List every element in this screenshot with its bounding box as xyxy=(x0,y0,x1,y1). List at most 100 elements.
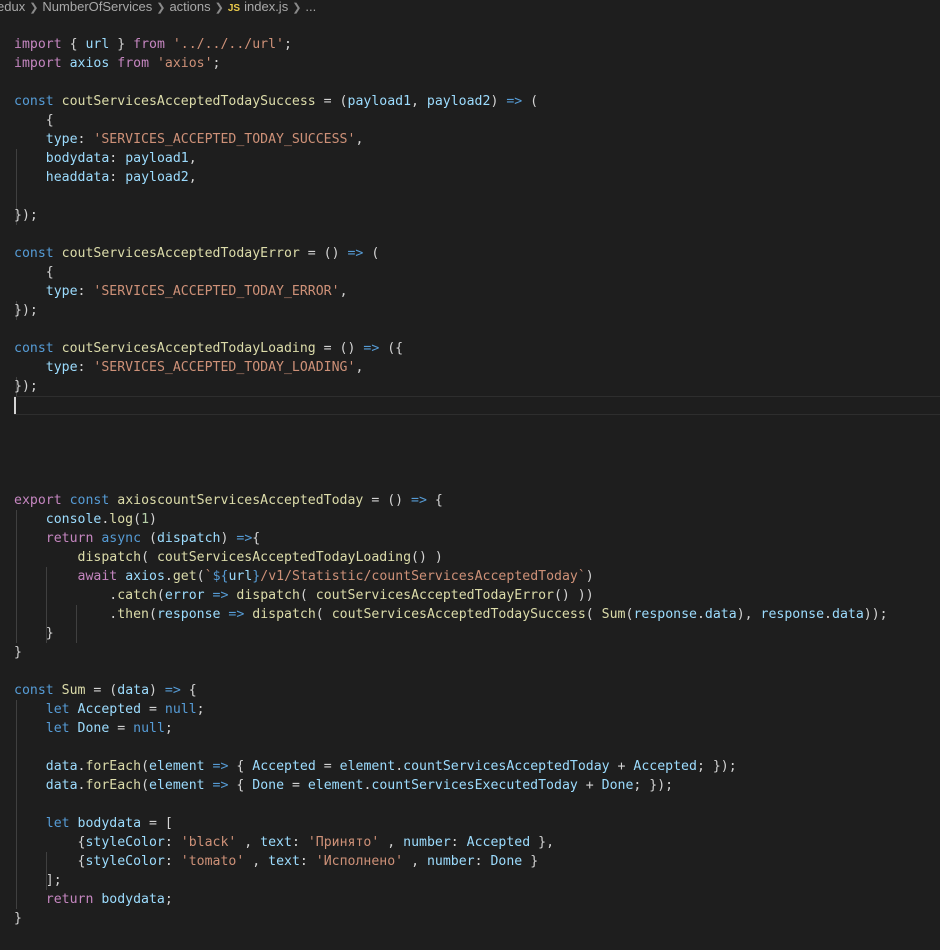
code-token: payload2 xyxy=(426,94,491,109)
code-line[interactable]: let bodydata = [ xyxy=(14,814,940,833)
code-line[interactable]: let Accepted = null; xyxy=(14,700,940,719)
code-line[interactable]: dispatch( coutServicesAcceptedTodayLoadi… xyxy=(14,548,940,567)
code-line[interactable]: ]; xyxy=(14,871,940,890)
code-editor[interactable]: import { url } from '../../../url'; impor… xyxy=(14,35,940,928)
code-line[interactable] xyxy=(14,320,940,339)
breadcrumb-item-folder[interactable]: edux xyxy=(0,0,25,14)
code-line[interactable]: }); xyxy=(14,206,940,225)
code-token: element xyxy=(149,759,205,774)
code-line[interactable]: const coutServicesAcceptedTodaySuccess =… xyxy=(14,92,940,111)
code-line[interactable]: const coutServicesAcceptedTodayLoading =… xyxy=(14,339,940,358)
code-token: { xyxy=(228,778,253,793)
code-line[interactable]: import { url } from '../../../url'; xyxy=(14,35,940,54)
code-token: ( xyxy=(148,607,157,622)
code-line[interactable]: } xyxy=(14,643,940,662)
breadcrumb-item-folder[interactable]: NumberOfServices xyxy=(42,0,152,14)
code-token: ) xyxy=(149,512,157,527)
code-token: from xyxy=(117,56,150,71)
code-line[interactable]: type: 'SERVICES_ACCEPTED_TODAY_LOADING', xyxy=(14,358,940,377)
code-line[interactable]: return async (dispatch) =>{ xyxy=(14,529,940,548)
code-token: type xyxy=(45,132,78,147)
code-token: return xyxy=(45,531,94,546)
code-token: dispatch xyxy=(77,550,142,565)
breadcrumb-item-symbols[interactable]: ... xyxy=(305,0,316,14)
breadcrumb-item-file[interactable]: index.js xyxy=(244,0,288,14)
code-token: { xyxy=(180,683,197,698)
code-token: = xyxy=(284,778,308,793)
code-line[interactable] xyxy=(14,396,940,415)
code-token: catch xyxy=(117,588,157,603)
breadcrumb-item-folder[interactable]: actions xyxy=(169,0,210,14)
code-line[interactable]: return bodydata; xyxy=(14,890,940,909)
code-token: ( xyxy=(141,531,157,546)
code-line[interactable] xyxy=(14,225,940,244)
code-line[interactable]: data.forEach(element => { Accepted = ele… xyxy=(14,757,940,776)
code-line[interactable]: headdata: payload2, xyxy=(14,168,940,187)
code-line[interactable]: data.forEach(element => { Done = element… xyxy=(14,776,940,795)
code-token: => xyxy=(363,341,380,356)
code-line[interactable]: const Sum = (data) => { xyxy=(14,681,940,700)
code-token: : xyxy=(164,835,181,850)
code-token: response xyxy=(156,607,221,622)
code-token: ( xyxy=(141,759,150,774)
code-line[interactable]: { xyxy=(14,111,940,130)
code-token: forEach xyxy=(85,778,142,793)
code-line[interactable]: import axios from 'axios'; xyxy=(14,54,940,73)
code-token: text xyxy=(268,854,300,869)
code-token: text xyxy=(260,835,292,850)
code-line[interactable]: } xyxy=(14,909,940,928)
code-token: dispatch xyxy=(156,531,221,546)
code-line[interactable]: } xyxy=(14,624,940,643)
code-token: coutServicesAcceptedTodaySuccess xyxy=(331,607,586,622)
code-line[interactable]: type: 'SERVICES_ACCEPTED_TODAY_SUCCESS', xyxy=(14,130,940,149)
code-line[interactable] xyxy=(14,472,940,491)
code-line[interactable]: export const axioscountServicesAcceptedT… xyxy=(14,491,940,510)
code-line[interactable]: {styleColor: 'tomato' , text: 'Исполнено… xyxy=(14,852,940,871)
code-token: data xyxy=(45,778,78,793)
code-line[interactable] xyxy=(14,738,940,757)
code-token: element xyxy=(339,759,396,774)
code-token: => xyxy=(347,246,364,261)
code-line[interactable]: { xyxy=(14,263,940,282)
code-line[interactable]: let Done = null; xyxy=(14,719,940,738)
code-line[interactable] xyxy=(14,453,940,472)
code-line[interactable] xyxy=(14,187,940,206)
code-line[interactable] xyxy=(14,662,940,681)
code-line[interactable] xyxy=(14,795,940,814)
code-line[interactable]: {styleColor: 'black' , text: 'Принято' ,… xyxy=(14,833,940,852)
code-token: coutServicesAcceptedTodayLoading xyxy=(61,341,316,356)
code-token: 'Принято' xyxy=(307,835,380,850)
code-line[interactable]: await axios.get(`${url}/v1/Statistic/cou… xyxy=(14,567,940,586)
code-token: ( xyxy=(299,588,316,603)
code-line[interactable]: }); xyxy=(14,377,940,396)
code-line[interactable]: .then(response => dispatch( coutServices… xyxy=(14,605,940,624)
code-token: : xyxy=(109,170,126,185)
code-line[interactable]: type: 'SERVICES_ACCEPTED_TODAY_ERROR', xyxy=(14,282,940,301)
code-token: import xyxy=(14,37,62,52)
code-token: element xyxy=(149,778,205,793)
code-token: . xyxy=(696,607,705,622)
code-line[interactable] xyxy=(14,434,940,453)
code-token: { xyxy=(426,493,443,508)
breadcrumb: edux ❯ NumberOfServices ❯ actions ❯ JS index.js… xyxy=(0,0,316,14)
code-token: () ) xyxy=(411,550,443,565)
code-line[interactable]: console.log(1) xyxy=(14,510,940,529)
code-line[interactable]: .catch(error => dispatch( coutServicesAc… xyxy=(14,586,940,605)
code-line[interactable] xyxy=(14,415,940,434)
code-line[interactable] xyxy=(14,73,940,92)
code-token: { xyxy=(14,835,86,850)
code-token: ; xyxy=(164,892,173,907)
code-line[interactable]: const coutServicesAcceptedTodayError = (… xyxy=(14,244,940,263)
code-token: : xyxy=(474,854,491,869)
code-token: let xyxy=(45,702,70,717)
code-line[interactable]: bodydata: payload1, xyxy=(14,149,940,168)
code-token: = () xyxy=(315,341,364,356)
code-token: => xyxy=(212,778,229,793)
code-line[interactable]: }); xyxy=(14,301,940,320)
code-token: => xyxy=(212,759,229,774)
code-token: , xyxy=(244,854,269,869)
